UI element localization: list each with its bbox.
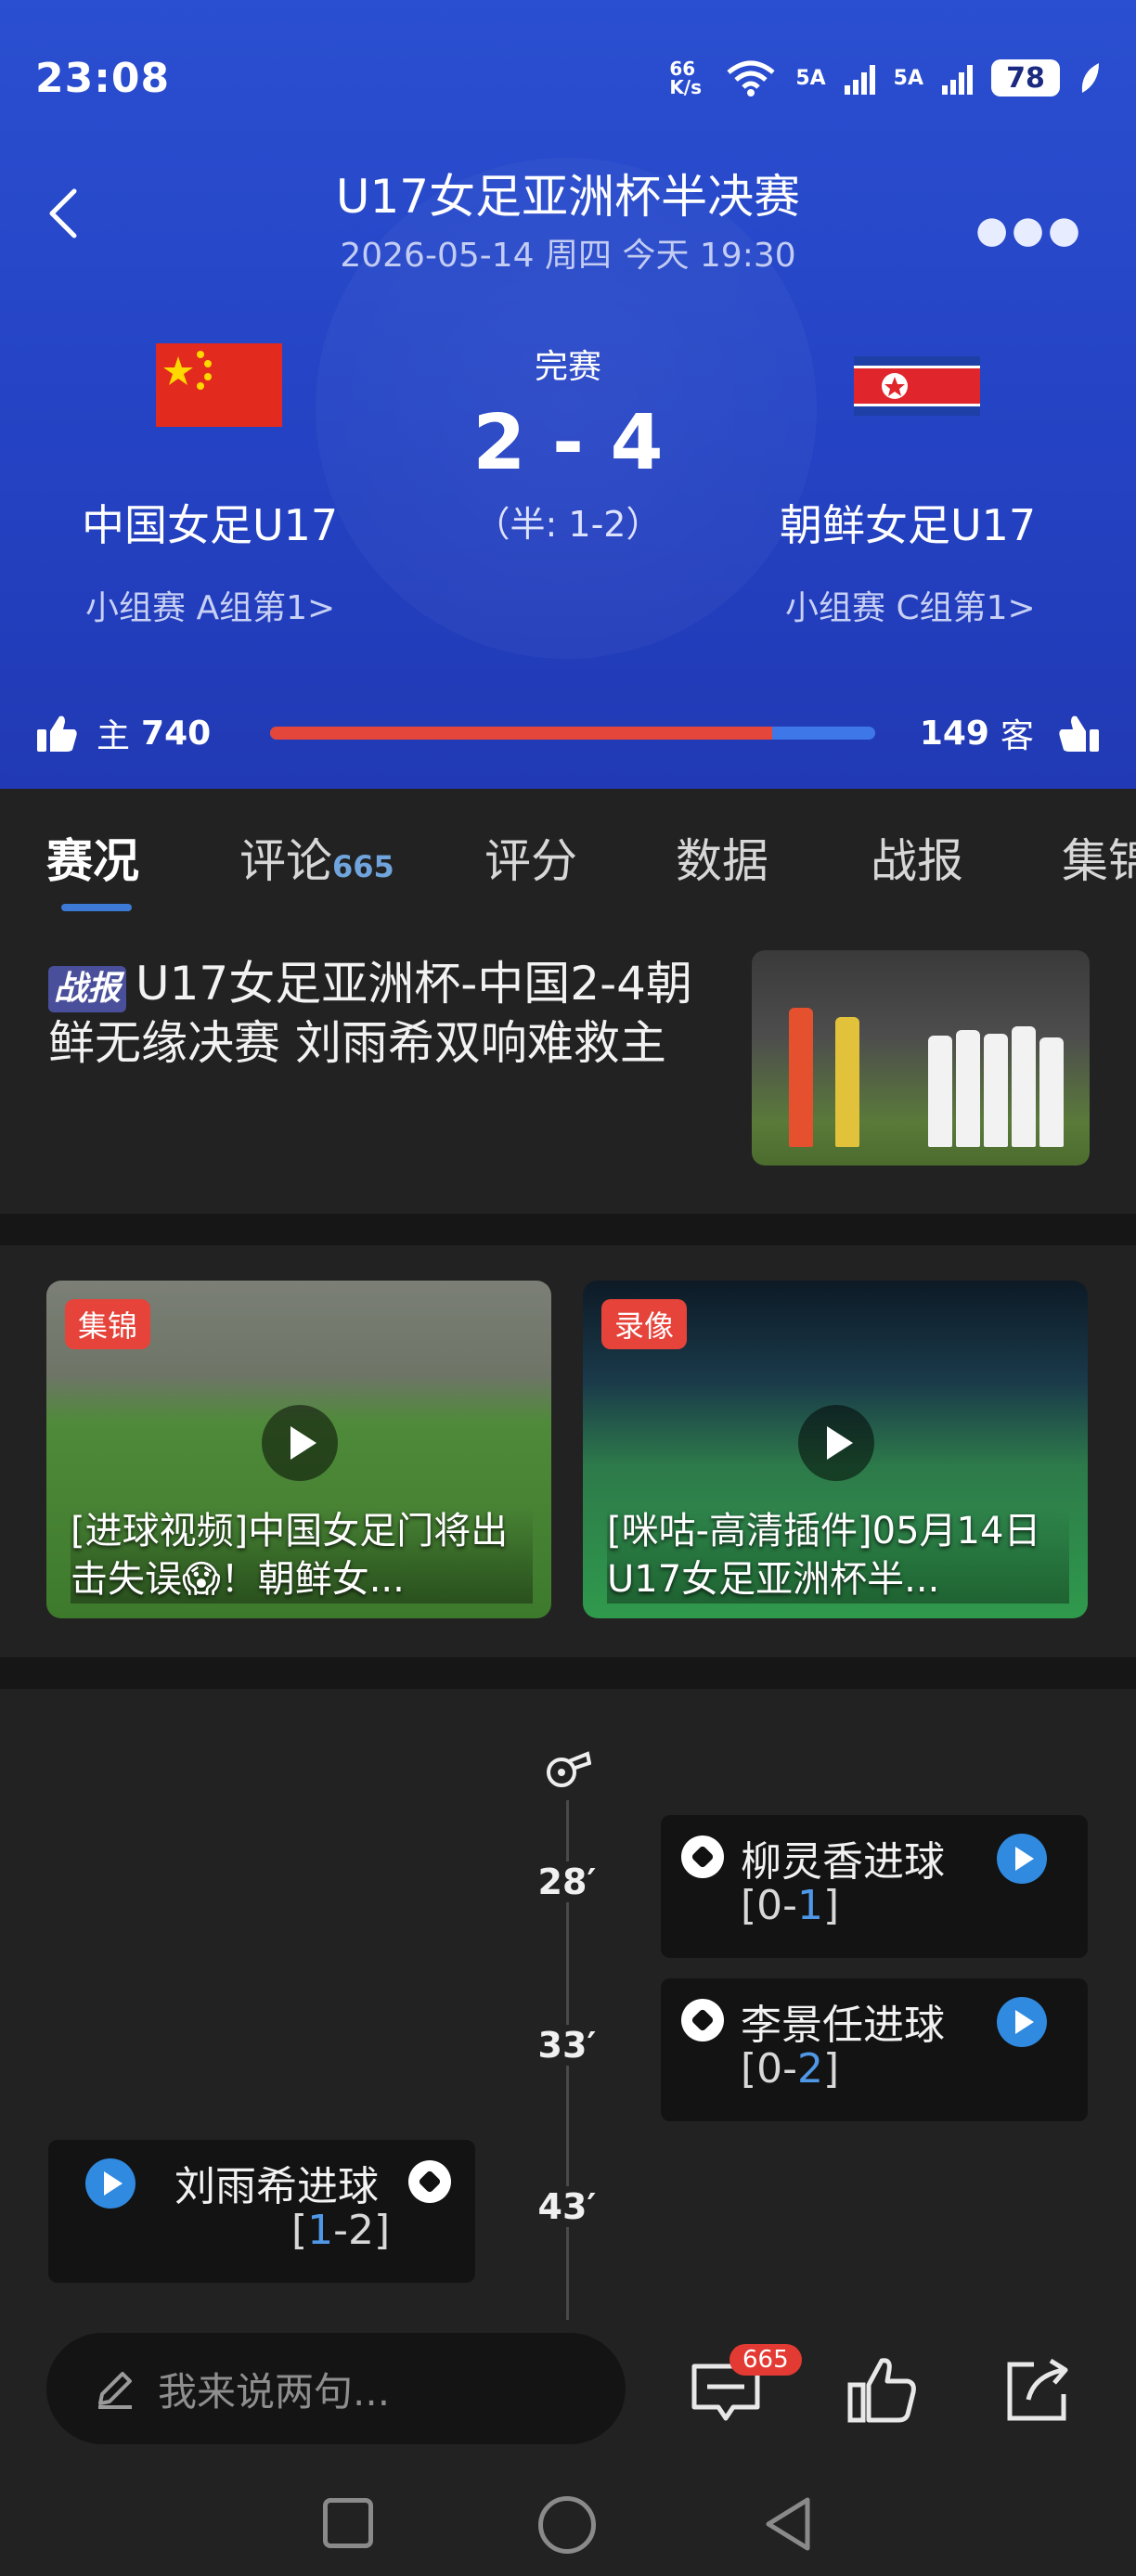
tab-comments-count: 665 bbox=[332, 849, 394, 884]
away-vote-label: 客 bbox=[1000, 717, 1034, 755]
goal-scorer: 李景任进球 bbox=[741, 2002, 945, 2049]
match-state: 完赛 bbox=[534, 348, 601, 386]
score-highlight: 2 bbox=[797, 2045, 824, 2093]
score-highlight: 1 bbox=[797, 1882, 824, 1929]
system-navigation-bar bbox=[0, 2459, 1136, 2576]
leaf-icon bbox=[1081, 63, 1099, 93]
away-team-rank-link[interactable]: 小组赛 C组第1> bbox=[785, 581, 1036, 629]
pencil-icon bbox=[98, 2372, 132, 2409]
active-tab-indicator bbox=[61, 904, 132, 911]
match-score: 2 - 4 bbox=[472, 399, 664, 487]
play-icon[interactable] bbox=[997, 1997, 1047, 2047]
goal-scorer: 柳灵香进球 bbox=[741, 1838, 945, 1886]
event-minute: 33′ bbox=[535, 2025, 600, 2066]
event-minute: 28′ bbox=[535, 1861, 600, 1902]
goal-event: 李景任进球 [0-2] bbox=[661, 1978, 1088, 2121]
play-icon[interactable] bbox=[262, 1405, 338, 1481]
event-minute: 43′ bbox=[535, 2186, 600, 2227]
soccer-ball-icon bbox=[681, 1999, 724, 2041]
video-card[interactable]: 录像 [咪咕-高清插件]05月14日 U17女足亚洲杯半... bbox=[583, 1281, 1088, 1618]
signal-1-icon bbox=[844, 61, 875, 95]
vote-ratio-bar bbox=[270, 727, 876, 740]
match-title: U17女足亚洲杯半决赛 bbox=[335, 170, 801, 224]
section-divider bbox=[0, 1214, 1136, 1245]
news-headline: U17女足亚洲杯-中国2-4朝鲜无缘决赛 刘雨希双响难救主 bbox=[48, 957, 692, 1070]
video-card[interactable]: 集锦 [进球视频]中国女足门将出击失误😱！朝鲜女... bbox=[46, 1281, 551, 1618]
comment-count-badge: 665 bbox=[729, 2344, 802, 2376]
goal-score: [0-1] bbox=[741, 1882, 839, 1929]
support-vote-bar: 主 740 149 客 bbox=[35, 705, 1101, 761]
home-vote-count: 740 bbox=[141, 714, 212, 753]
play-icon[interactable] bbox=[85, 2158, 136, 2209]
away-like-icon[interactable] bbox=[1056, 713, 1101, 753]
score-prefix: [ bbox=[291, 2207, 308, 2254]
video-badge: 集锦 bbox=[65, 1299, 151, 1349]
match-datetime: 2026-05-14 周四 今天 19:30 bbox=[340, 237, 796, 275]
tab-bar: 赛况 评论665 评分 数据 战报 集锦 bbox=[0, 789, 1136, 919]
away-vote-count: 149 bbox=[919, 714, 989, 753]
score-suffix: ] bbox=[823, 2045, 840, 2093]
away-team-name[interactable]: 朝鲜女足U17 bbox=[780, 492, 1036, 553]
comment-input[interactable]: 我来说两句... bbox=[46, 2333, 626, 2444]
score-suffix: -2] bbox=[333, 2207, 391, 2254]
status-bar: 23:08 66 K/s 5A 5A 78 bbox=[35, 50, 1101, 106]
comment-input-placeholder: 我来说两句... bbox=[158, 2368, 391, 2415]
signal-2-icon bbox=[942, 61, 973, 95]
home-vote-label: 主 bbox=[97, 717, 131, 755]
home-team-name[interactable]: 中国女足U17 bbox=[82, 492, 338, 553]
clock: 23:08 bbox=[35, 54, 171, 102]
tab-report[interactable]: 战报 bbox=[871, 824, 963, 891]
goal-event: 刘雨希进球 [1-2] bbox=[48, 2140, 475, 2283]
goal-event: 柳灵香进球 [0-1] bbox=[661, 1815, 1088, 1958]
report-tag: 战报 bbox=[48, 966, 127, 1012]
tab-comments[interactable]: 评论665 bbox=[239, 824, 394, 891]
video-badge: 录像 bbox=[601, 1299, 688, 1349]
home-team-rank-link[interactable]: 小组赛 A组第1> bbox=[85, 581, 335, 629]
back-nav-icon[interactable] bbox=[761, 2494, 817, 2554]
signal-1-label: 5A bbox=[795, 66, 826, 90]
score-prefix: [0- bbox=[741, 1882, 798, 1929]
score-prefix: [0- bbox=[741, 2045, 798, 2093]
bottom-action-bar: 我来说两句... 665 bbox=[0, 2320, 1136, 2459]
goal-scorer: 刘雨希进球 bbox=[174, 2163, 379, 2210]
tab-ratings[interactable]: 评分 bbox=[484, 824, 577, 891]
video-section: 集锦 [进球视频]中国女足门将出击失误😱！朝鲜女... 录像 [咪咕-高清插件]… bbox=[0, 1245, 1136, 1657]
share-icon[interactable] bbox=[1000, 2353, 1075, 2428]
score-suffix: ] bbox=[823, 1882, 840, 1929]
play-icon[interactable] bbox=[997, 1834, 1047, 1884]
net-speed: 66 K/s bbox=[669, 58, 703, 98]
news-thumbnail bbox=[752, 950, 1090, 1166]
soccer-ball-icon bbox=[681, 1835, 724, 1878]
whistle-icon bbox=[547, 1751, 591, 1787]
home-icon[interactable] bbox=[538, 2496, 596, 2554]
goal-score: [0-2] bbox=[741, 2045, 839, 2093]
section-divider bbox=[0, 1657, 1136, 1689]
signal-2-label: 5A bbox=[893, 66, 923, 90]
news-card[interactable]: 战报 U17女足亚洲杯-中国2-4朝鲜无缘决赛 刘雨希双响难救主 bbox=[0, 919, 1136, 1214]
match-header: 23:08 66 K/s 5A 5A 78 ●●● U17女足亚洲杯半决赛 20… bbox=[0, 0, 1136, 789]
tab-stats[interactable]: 数据 bbox=[676, 824, 768, 891]
tab-comments-label: 评论 bbox=[239, 834, 332, 888]
match-timeline: 28′ 柳灵香进球 [0-1] 33′ 李景任进球 [0-2] 43′ 刘雨希进… bbox=[0, 1689, 1136, 2320]
tab-highlights[interactable]: 集锦 bbox=[1062, 824, 1136, 891]
tab-match-status[interactable]: 赛况 bbox=[46, 824, 139, 891]
wifi-icon bbox=[727, 60, 775, 97]
soccer-ball-icon bbox=[408, 2160, 451, 2203]
score-highlight: 1 bbox=[307, 2207, 334, 2254]
home-vote-fill bbox=[270, 727, 773, 740]
video-title: [进球视频]中国女足门将出击失误😱！朝鲜女... bbox=[71, 1507, 533, 1604]
play-icon[interactable] bbox=[798, 1405, 874, 1481]
video-title: [咪咕-高清插件]05月14日 U17女足亚洲杯半... bbox=[607, 1507, 1069, 1604]
battery-icon: 78 bbox=[991, 59, 1060, 97]
like-icon[interactable] bbox=[845, 2353, 919, 2428]
home-like-icon[interactable] bbox=[35, 713, 80, 753]
goal-score: [1-2] bbox=[291, 2207, 390, 2254]
recent-apps-icon[interactable] bbox=[323, 2498, 373, 2548]
